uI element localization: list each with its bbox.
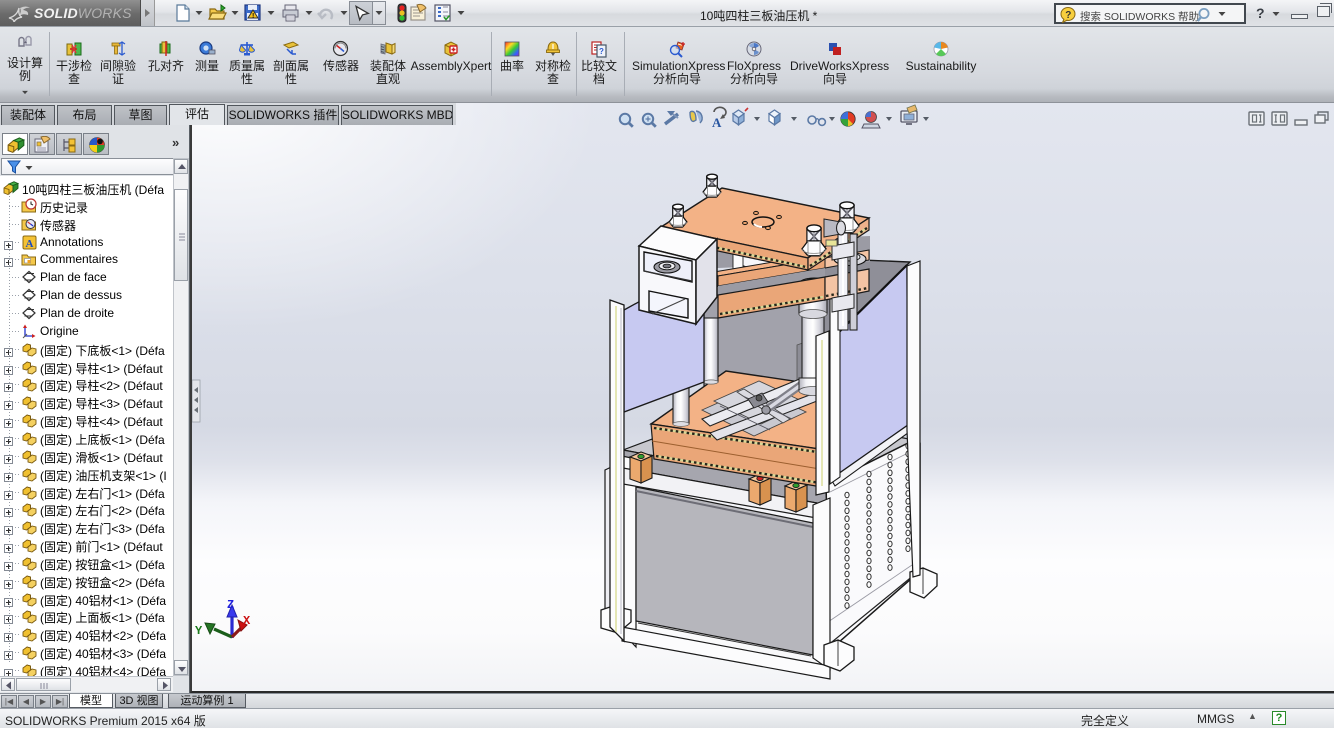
svg-text:A: A: [26, 238, 34, 250]
svg-text:?: ?: [599, 47, 604, 56]
svg-text:A: A: [712, 115, 722, 130]
svg-text:Z: Z: [227, 598, 234, 612]
svg-text:?: ?: [1065, 10, 1071, 21]
svg-text:Y: Y: [195, 624, 203, 638]
svg-text:!: !: [252, 13, 254, 20]
svg-text:X: X: [243, 614, 251, 628]
